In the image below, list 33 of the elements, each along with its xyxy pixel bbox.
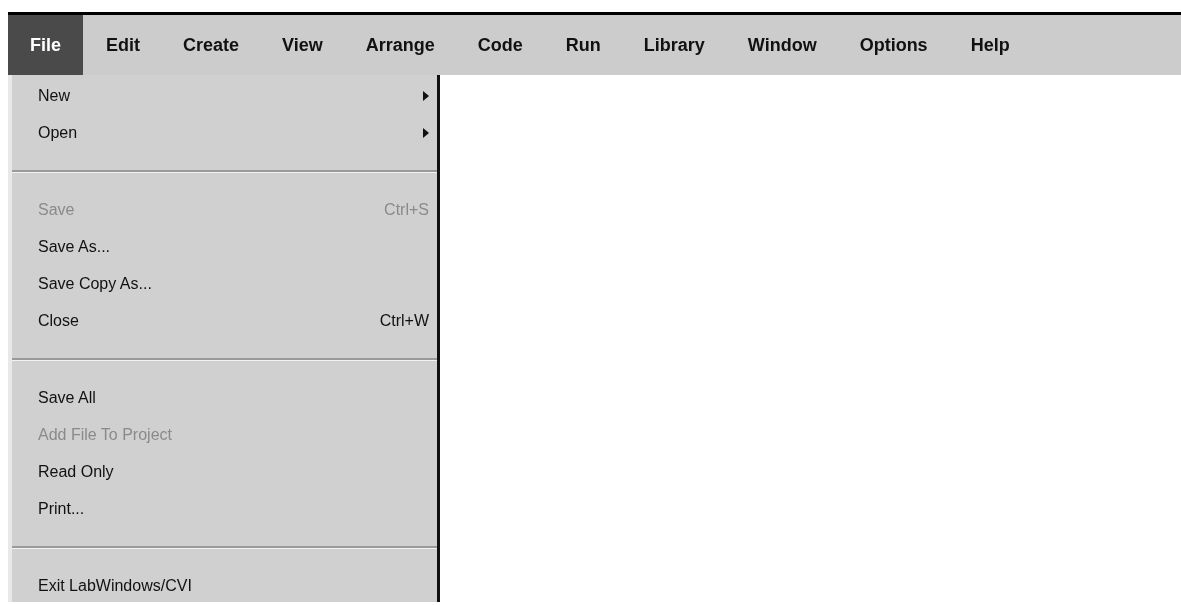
- entry-label: Close: [38, 310, 80, 331]
- entry-label: Add File To Project: [38, 424, 173, 445]
- menu-entry[interactable]: Read Only: [12, 453, 437, 490]
- menu-item[interactable]: View: [262, 15, 343, 75]
- shortcut-text: Ctrl+W: [379, 310, 429, 331]
- menu-item[interactable]: Run: [545, 15, 621, 75]
- entry-label: New: [38, 85, 71, 106]
- menu-item[interactable]: Code: [457, 15, 543, 75]
- menu-entry[interactable]: Save As...: [12, 228, 437, 265]
- entry-label: Read Only: [38, 461, 115, 482]
- entry-label: Save All: [38, 387, 97, 408]
- menu-item[interactable]: Edit: [86, 15, 160, 75]
- entry-label: Open: [38, 122, 79, 143]
- menu-entry[interactable]: Exit LabWindows/CVI: [12, 567, 437, 604]
- menu-item[interactable]: Create: [163, 15, 260, 75]
- shortcut-text: Ctrl+S: [384, 199, 429, 220]
- menu-entry[interactable]: New: [12, 77, 437, 114]
- menu-item[interactable]: Window: [727, 15, 837, 75]
- entry-label: Exit LabWindows/CVI: [38, 575, 193, 596]
- menu-entry[interactable]: Close Ctrl+W: [12, 302, 437, 339]
- menu-entry[interactable]: Print...: [12, 490, 437, 527]
- entry-label: Save As...: [38, 236, 112, 257]
- menu-item[interactable]: Help: [950, 15, 1030, 75]
- entry-label: Print...: [38, 498, 86, 519]
- menu-entry[interactable]: Save Copy As...: [12, 265, 437, 302]
- menu-item[interactable]: File: [8, 15, 83, 75]
- menu-entry[interactable]: Open: [12, 114, 437, 151]
- menu-item[interactable]: Options: [839, 15, 948, 75]
- menu-item[interactable]: Arrange: [345, 15, 455, 75]
- entry-label: Save Copy As...: [38, 273, 153, 294]
- menu-entry[interactable]: Save All: [12, 379, 437, 416]
- menu-item[interactable]: Library: [623, 15, 725, 75]
- entry-label: Save: [38, 199, 76, 220]
